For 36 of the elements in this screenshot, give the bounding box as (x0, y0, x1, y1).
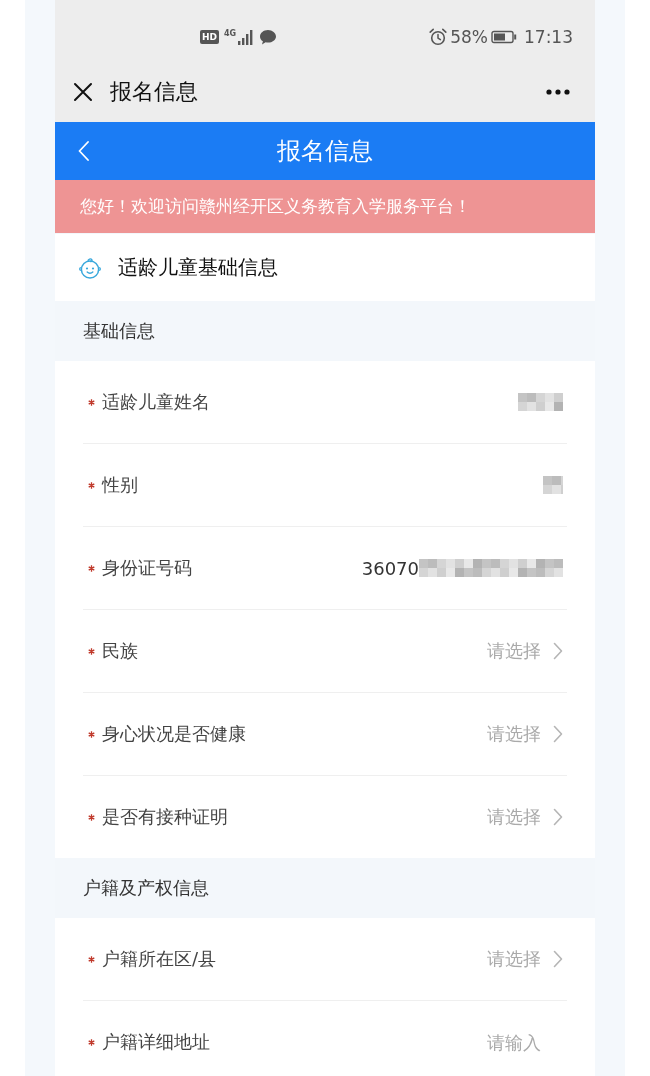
hd-badge: HD (200, 30, 219, 44)
clock-time: 17:13 (524, 27, 573, 47)
close-icon[interactable] (73, 82, 93, 102)
text-input-field[interactable]: 请输入 (431, 1031, 541, 1053)
field-label: 适龄儿童姓名 (102, 390, 210, 414)
select-picker[interactable]: 请选择 (487, 805, 563, 829)
header-title: 报名信息 (277, 136, 373, 167)
section-title: 适龄儿童基础信息 (118, 254, 278, 281)
chevron-right-icon (553, 725, 563, 743)
select-picker[interactable]: 请选择 (487, 639, 563, 663)
back-icon[interactable] (78, 141, 89, 161)
alarm-clock-icon (429, 28, 448, 46)
page-title: 报名信息 (110, 78, 198, 106)
select-picker[interactable]: 请选择 (487, 947, 563, 971)
more-icon[interactable] (546, 89, 570, 95)
select-picker[interactable]: 请选择 (487, 722, 563, 746)
field-label: 户籍详细地址 (102, 1030, 210, 1054)
notice-banner: 您好！欢迎访问赣州经开区义务教育入学服务平台！ (55, 180, 595, 233)
field-label: 民族 (102, 639, 138, 663)
section-heading: 基础信息 (83, 319, 155, 343)
baby-face-icon (79, 256, 101, 279)
field-label: 身份证号码 (102, 556, 192, 580)
chat-bubble-icon (259, 29, 278, 45)
section-heading: 户籍及产权信息 (83, 876, 209, 900)
field-value: 36070 (361, 557, 419, 579)
field-label: 是否有接种证明 (102, 805, 228, 829)
chevron-right-icon (553, 950, 563, 968)
signal-icon (236, 29, 255, 45)
chevron-right-icon (553, 808, 563, 826)
field-label: 户籍所在区/县 (102, 947, 217, 971)
battery-percent: 58% (450, 27, 488, 47)
network-type-label: 4G (224, 29, 237, 38)
battery-icon (491, 30, 517, 44)
field-label: 性别 (102, 473, 138, 497)
field-label: 身心状况是否健康 (102, 722, 246, 746)
chevron-right-icon (553, 642, 563, 660)
